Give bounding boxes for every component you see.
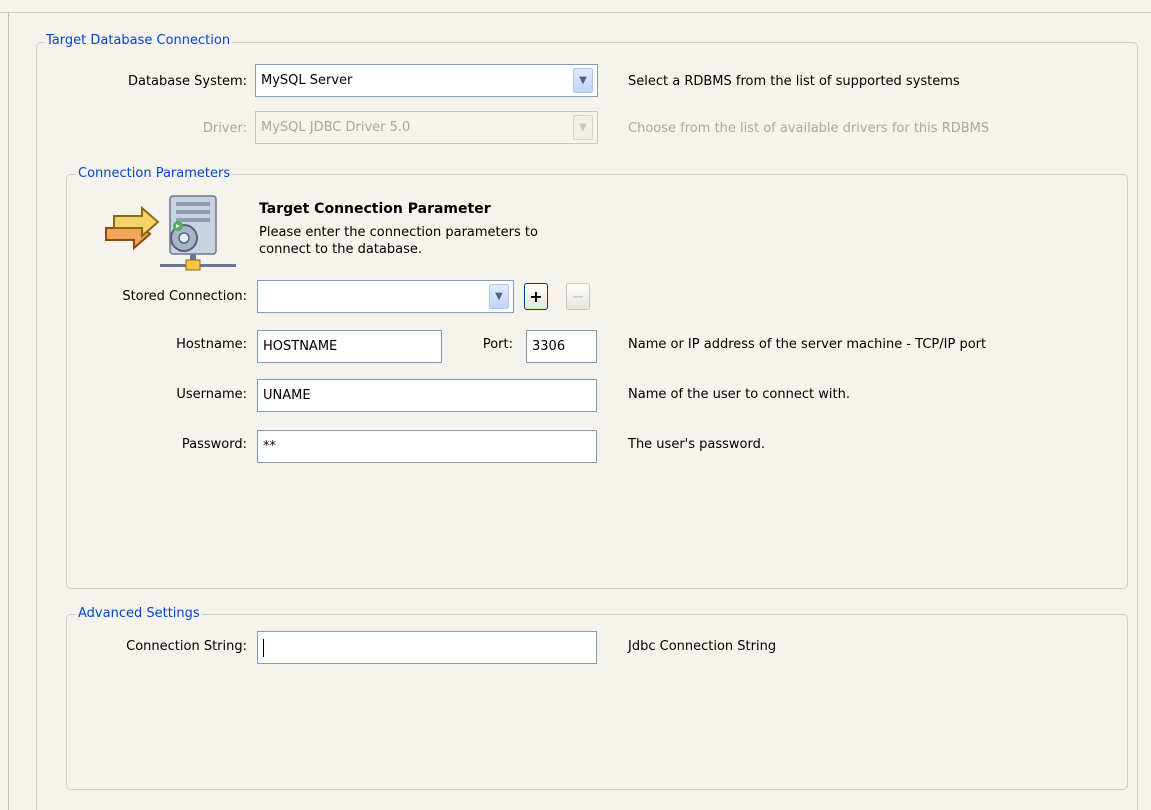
password-value: ** [263, 439, 276, 454]
connection-description-line2: connect to the database. [259, 242, 423, 257]
remove-connection-button: − [566, 283, 590, 310]
chevron-down-icon[interactable]: ▼ [573, 68, 593, 93]
driver-hint: Choose from the list of available driver… [628, 121, 990, 136]
connection-settings-panel: Target Database Connection Database Syst… [0, 0, 1151, 810]
password-label: Password: [181, 437, 247, 452]
port-value: 3306 [532, 339, 566, 354]
connection-string-hint: Jdbc Connection String [628, 639, 777, 654]
database-system-value: MySQL Server [261, 73, 353, 88]
username-input[interactable]: UNAME [257, 379, 597, 412]
connection-string-input[interactable] [257, 631, 597, 664]
database-system-label: Database System: [127, 74, 247, 89]
top-divider [0, 12, 1151, 13]
driver-label: Driver: [202, 121, 247, 136]
connection-string-label: Connection String: [126, 639, 247, 654]
target-connection-heading: Target Connection Parameter [259, 201, 491, 217]
database-system-select[interactable]: MySQL Server [255, 64, 598, 97]
chevron-down-icon[interactable]: ▼ [489, 284, 509, 309]
hostname-value: HOSTNAME [263, 339, 338, 354]
password-hint: The user's password. [628, 437, 765, 452]
username-hint: Name of the user to connect with. [628, 387, 850, 402]
host-port-hint: Name or IP address of the server machine… [628, 337, 987, 352]
server-connection-icon [105, 195, 236, 271]
target-database-connection-legend: Target Database Connection [44, 33, 233, 48]
hostname-label: Hostname: [176, 337, 247, 352]
username-value: UNAME [263, 388, 311, 403]
advanced-settings-legend: Advanced Settings [76, 606, 202, 621]
connection-description-line1: Please enter the connection parameters t… [259, 225, 538, 240]
left-divider [8, 12, 9, 810]
stored-connection-select[interactable] [257, 280, 514, 313]
connection-parameters-legend: Connection Parameters [76, 166, 233, 181]
hostname-input[interactable]: HOSTNAME [257, 330, 442, 363]
text-caret [263, 638, 264, 657]
port-input[interactable]: 3306 [526, 330, 597, 363]
database-system-hint: Select a RDBMS from the list of supporte… [628, 74, 960, 89]
username-label: Username: [176, 387, 247, 402]
chevron-down-icon: ▼ [573, 115, 593, 140]
stored-connection-label: Stored Connection: [122, 289, 247, 304]
driver-select[interactable]: MySQL JDBC Driver 5.0 [255, 111, 598, 144]
port-label: Port: [482, 337, 513, 352]
password-input[interactable]: ** [257, 430, 597, 463]
add-connection-button[interactable]: + [524, 283, 548, 310]
driver-value: MySQL JDBC Driver 5.0 [261, 120, 411, 135]
